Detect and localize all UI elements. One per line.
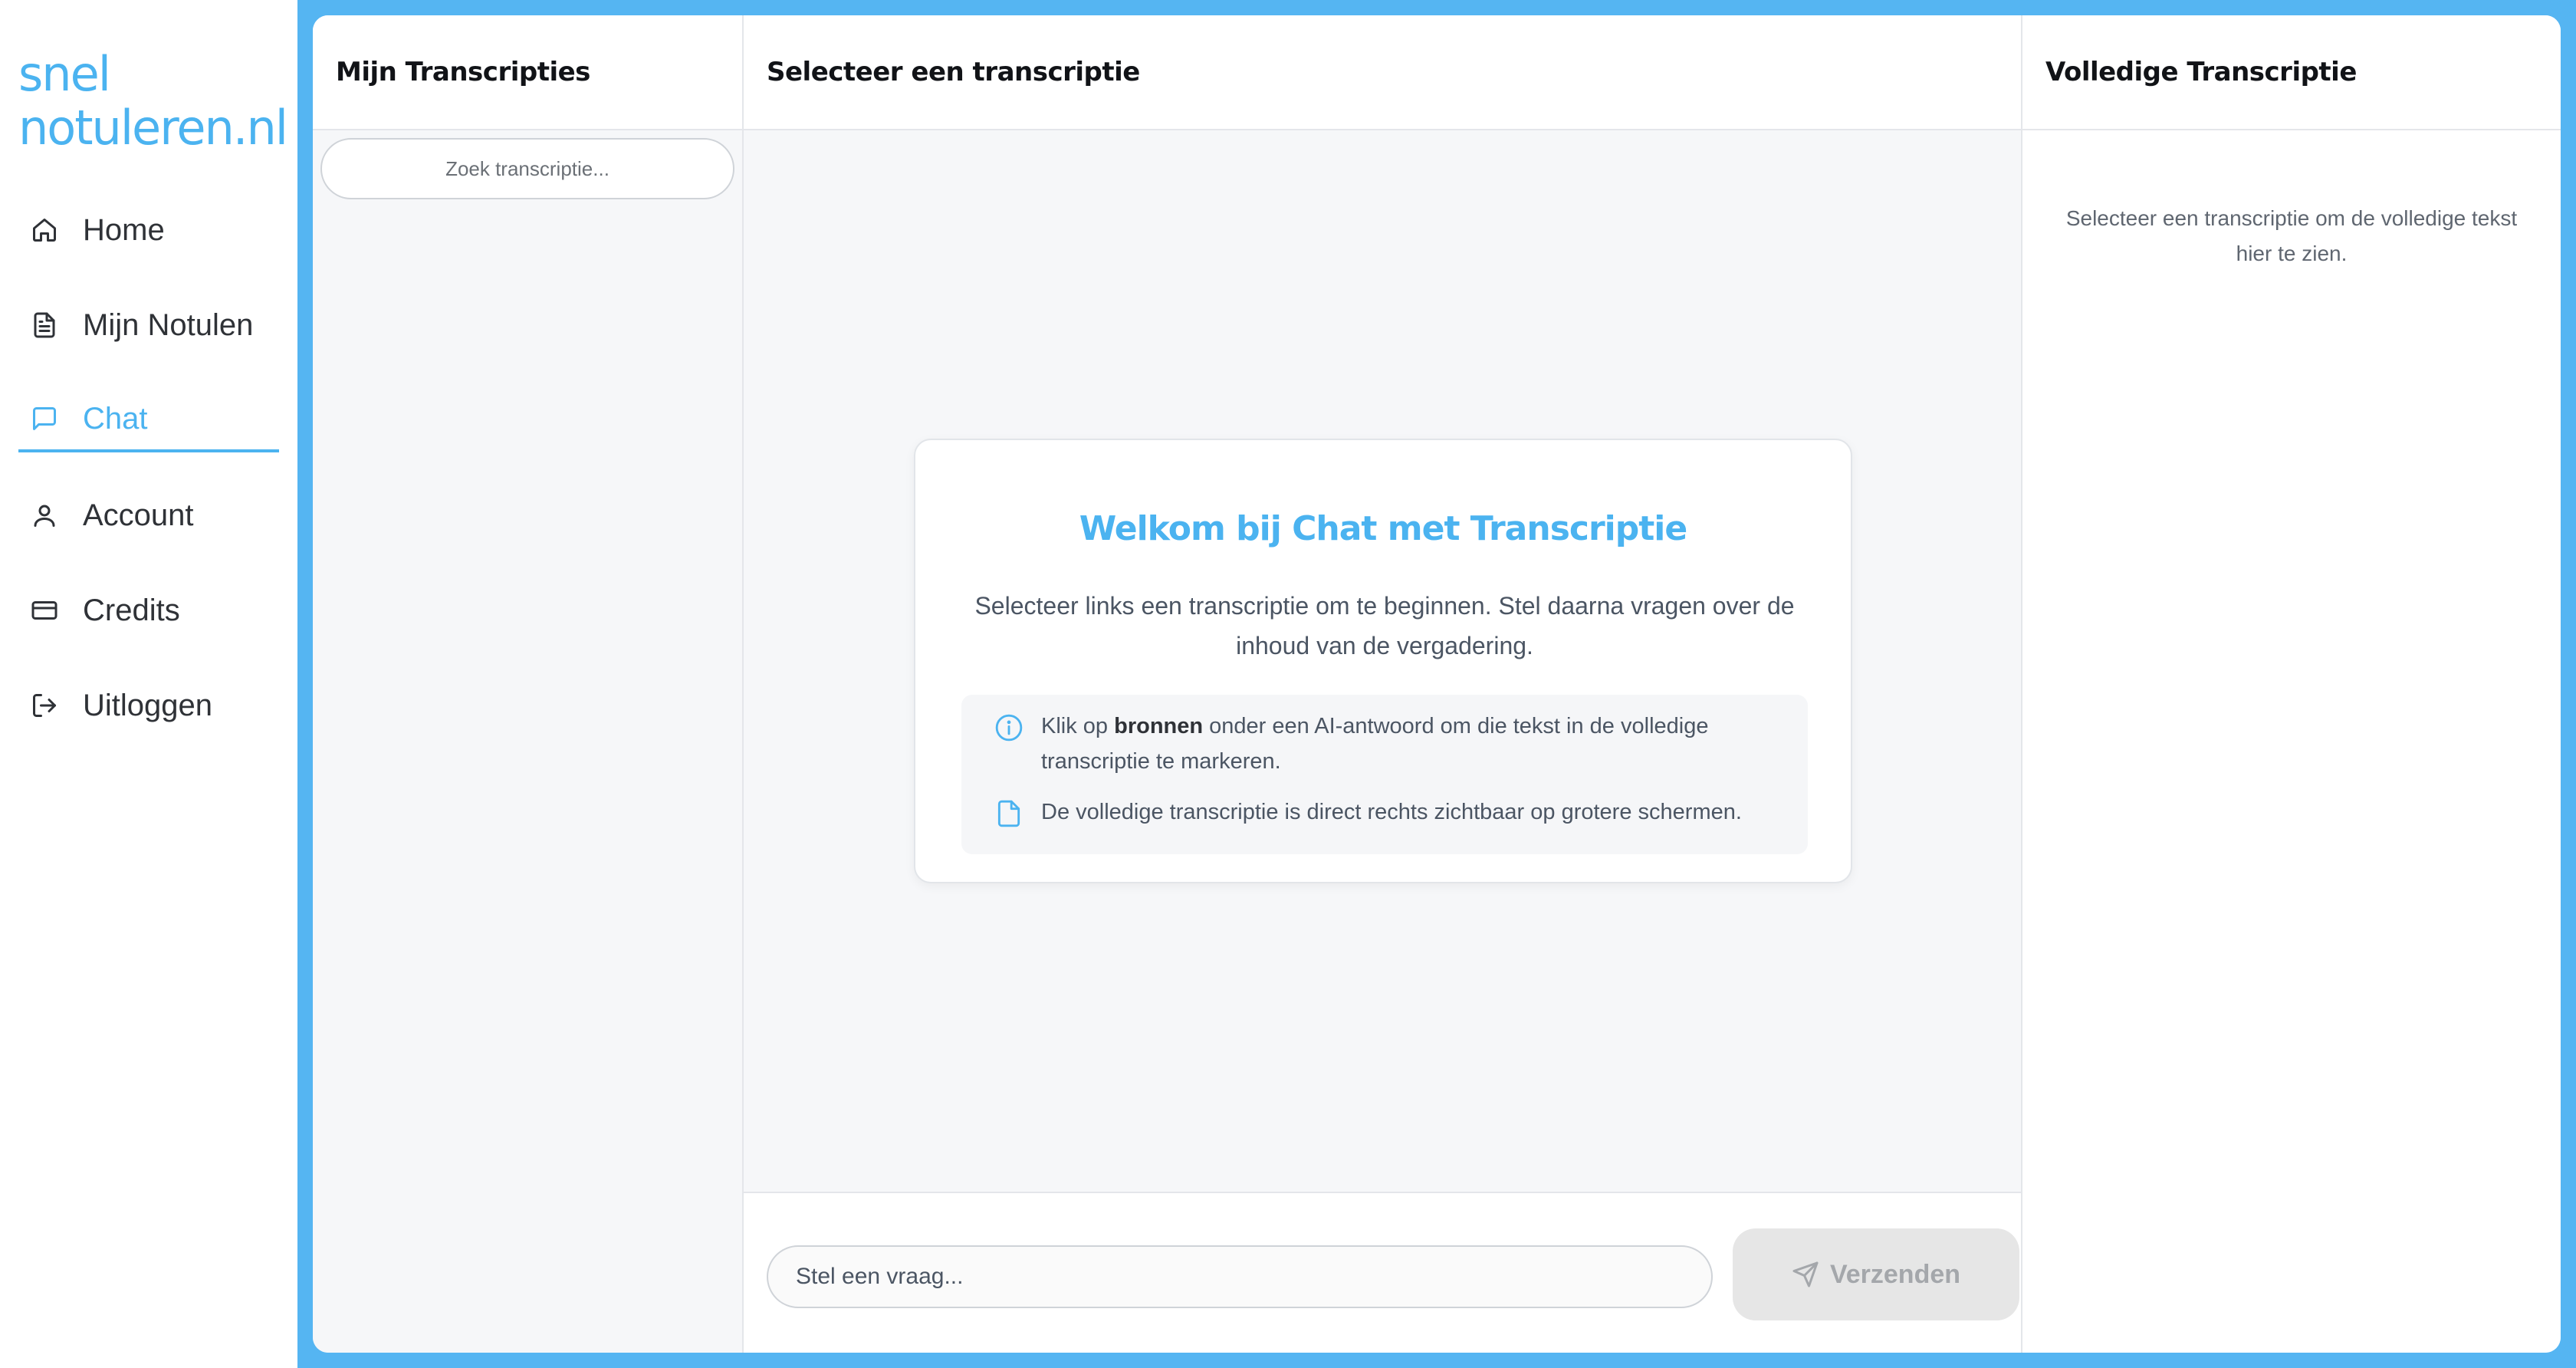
chat-panel-title: Selecteer een transcriptie	[744, 15, 2021, 130]
brand-logo[interactable]: snel notuleren.nl	[18, 46, 288, 156]
nav-item-label: Mijn Notulen	[83, 307, 254, 342]
chat-input-bar: Verzenden	[744, 1192, 2021, 1353]
nav-item-label: Credits	[83, 593, 180, 627]
nav-item-label: Home	[83, 212, 165, 247]
nav-item-label: Account	[83, 498, 194, 532]
logout-icon	[18, 673, 83, 738]
document-icon	[18, 293, 83, 357]
welcome-card: Welkom bij Chat met Transcriptie Selecte…	[914, 439, 1852, 883]
full-transcript-empty-message: Selecteer een transcriptie om de volledi…	[2065, 206, 2518, 265]
question-input[interactable]	[767, 1245, 1713, 1308]
nav-item-mijn-notulen[interactable]: Mijn Notulen	[18, 293, 279, 357]
nav-item-chat[interactable]: Chat	[18, 388, 279, 452]
brand-logo-line2: notuleren.nl	[18, 100, 288, 156]
welcome-description: Selecteer links een transcriptie om te b…	[974, 592, 1795, 659]
send-button-label: Verzenden	[1829, 1259, 1961, 1289]
chat-icon	[18, 386, 83, 451]
nav-item-credits[interactable]: Credits	[18, 578, 279, 643]
tip-bronnen: Klik op bronnen onder een AI-antwoord om…	[977, 709, 1789, 779]
send-icon	[1792, 1261, 1819, 1287]
chat-panel: Selecteer een transcriptie Welkom bij Ch…	[744, 15, 2022, 1353]
home-icon	[18, 198, 83, 262]
full-transcript-title: Volledige Transcriptie	[2022, 15, 2561, 130]
nav-item-account[interactable]: Account	[18, 483, 279, 548]
nav-item-label: Chat	[83, 401, 148, 436]
user-icon	[18, 483, 83, 548]
tip-bronnen-keyword: bronnen	[1114, 714, 1204, 738]
chat-app: Mijn Transcripties Selecteer een transcr…	[313, 15, 2561, 1353]
welcome-title: Welkom bij Chat met Transcriptie	[1079, 509, 1687, 548]
send-button[interactable]: Verzenden	[1733, 1228, 2019, 1320]
tip-right-panel-text: De volledige transcriptie is direct rech…	[1041, 800, 1742, 824]
full-transcript-panel: Volledige Transcriptie Selecteer een tra…	[2022, 15, 2561, 1353]
nav-item-home[interactable]: Home	[18, 198, 279, 262]
search-transcripts-input[interactable]	[320, 138, 734, 199]
brand-logo-line1: snel	[18, 46, 111, 102]
transcripts-panel: Mijn Transcripties	[313, 15, 744, 1353]
tip-bronnen-text: Klik op bronnen onder een AI-antwoord om…	[1041, 714, 1709, 774]
nav-item-uitloggen[interactable]: Uitloggen	[18, 673, 279, 738]
info-icon	[977, 709, 1041, 779]
nav-item-label: Uitloggen	[83, 688, 213, 722]
tip-right-panel: De volledige transcriptie is direct rech…	[977, 794, 1805, 830]
sidebar: snel notuleren.nl Home Mijn Notulen Chat…	[0, 0, 297, 1368]
transcripts-panel-title: Mijn Transcripties	[313, 15, 742, 130]
tips-box: Klik op bronnen onder een AI-antwoord om…	[961, 695, 1808, 854]
file-icon	[977, 794, 1041, 830]
credit-card-icon	[18, 578, 83, 643]
